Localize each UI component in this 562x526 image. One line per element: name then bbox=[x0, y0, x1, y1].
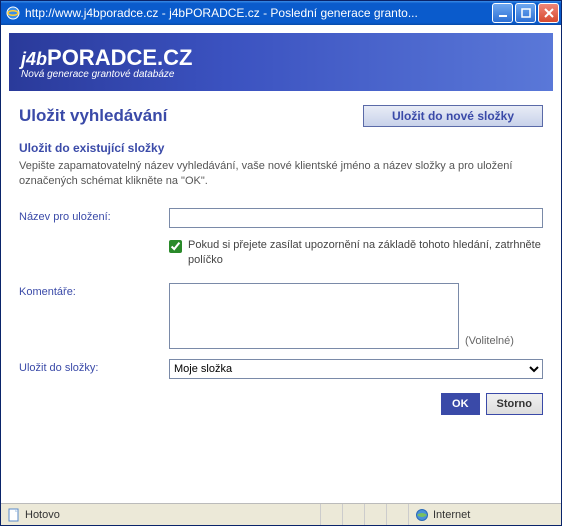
name-input[interactable] bbox=[169, 208, 543, 228]
page-body: Uložit vyhledávání Uložit do nové složky… bbox=[1, 91, 561, 423]
save-new-folder-button[interactable]: Uložit do nové složky bbox=[363, 105, 543, 127]
notify-label: Pokud si přejete zasílat upozornění na z… bbox=[188, 238, 543, 269]
folder-select[interactable]: Moje složka bbox=[169, 359, 543, 379]
status-slot-4 bbox=[387, 504, 409, 525]
window-controls bbox=[492, 3, 559, 23]
page-title: Uložit vyhledávání bbox=[19, 106, 167, 126]
status-slot-3 bbox=[365, 504, 387, 525]
ie-icon bbox=[5, 5, 21, 21]
titlebar: http://www.j4bporadce.cz - j4bPORADCE.cz… bbox=[1, 1, 561, 25]
button-row: OK Storno bbox=[19, 393, 543, 415]
status-text: Hotovo bbox=[25, 509, 60, 521]
comments-label: Komentáře: bbox=[19, 283, 169, 298]
content-area: j4bPORADCE.CZ Nová generace grantové dat… bbox=[1, 25, 561, 503]
optional-label: (Volitelné) bbox=[465, 335, 514, 349]
header-row: Uložit vyhledávání Uložit do nové složky bbox=[19, 105, 543, 127]
cancel-button[interactable]: Storno bbox=[486, 393, 543, 415]
status-slot-1 bbox=[321, 504, 343, 525]
maximize-button[interactable] bbox=[515, 3, 536, 23]
status-left: Hotovo bbox=[1, 504, 321, 525]
window-title: http://www.j4bporadce.cz - j4bPORADCE.cz… bbox=[25, 6, 492, 20]
status-middle: Internet bbox=[321, 504, 561, 525]
logo-main-text: PORADCE.CZ bbox=[47, 45, 192, 70]
folder-label: Uložit do složky: bbox=[19, 359, 169, 374]
section-heading: Uložit do existující složky bbox=[19, 141, 543, 155]
minimize-button[interactable] bbox=[492, 3, 513, 23]
internet-zone-icon bbox=[415, 508, 429, 522]
comments-row: Komentáře: (Volitelné) bbox=[19, 283, 543, 349]
name-row: Název pro uložení: bbox=[19, 208, 543, 228]
browser-window: http://www.j4bporadce.cz - j4bPORADCE.cz… bbox=[0, 0, 562, 526]
logo: j4bPORADCE.CZ bbox=[21, 45, 541, 71]
page-icon bbox=[7, 508, 21, 522]
instructions: Vepište zapamatovatelný název vyhledáván… bbox=[19, 159, 543, 190]
folder-row: Uložit do složky: Moje složka bbox=[19, 359, 543, 379]
status-slot-2 bbox=[343, 504, 365, 525]
status-zone: Internet bbox=[409, 504, 561, 525]
comments-textarea[interactable] bbox=[169, 283, 459, 349]
ok-button[interactable]: OK bbox=[441, 393, 480, 415]
zone-text: Internet bbox=[433, 509, 470, 521]
name-label: Název pro uložení: bbox=[19, 208, 169, 223]
statusbar: Hotovo Internet bbox=[1, 503, 561, 525]
notify-checkbox[interactable] bbox=[169, 240, 182, 253]
logo-subtitle: Nová generace grantové databáze bbox=[21, 69, 541, 80]
notify-row: Pokud si přejete zasílat upozornění na z… bbox=[169, 238, 543, 269]
logo-prefix: j4b bbox=[21, 49, 47, 69]
close-button[interactable] bbox=[538, 3, 559, 23]
site-banner: j4bPORADCE.CZ Nová generace grantové dat… bbox=[9, 33, 553, 91]
